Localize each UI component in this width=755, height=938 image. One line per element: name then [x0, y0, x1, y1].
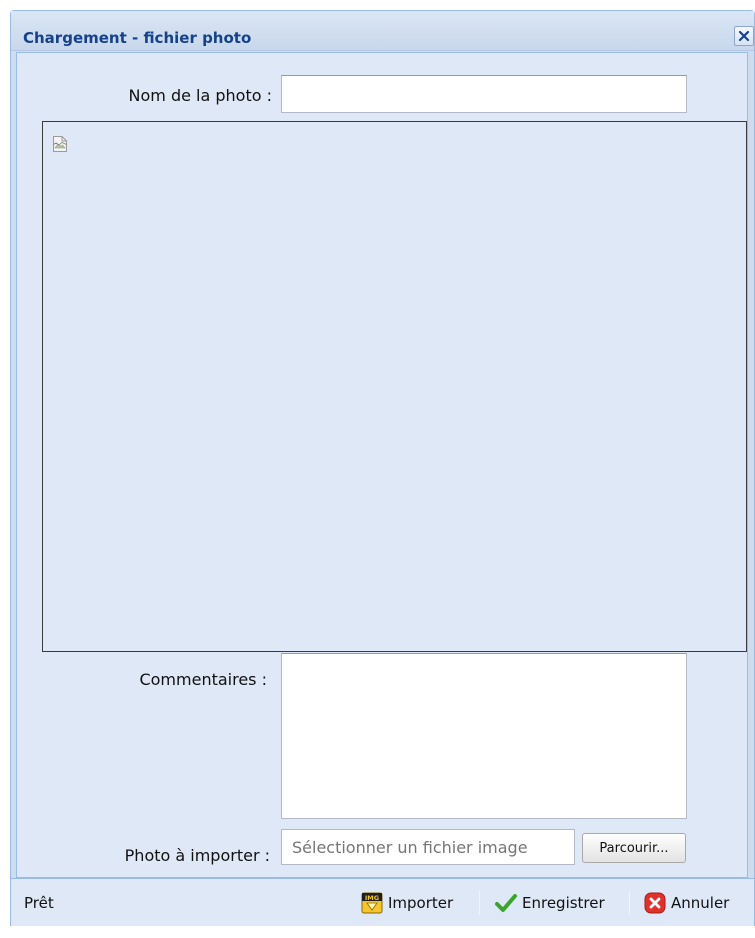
cancel-icon — [644, 892, 666, 914]
cancel-label: Annuler — [671, 894, 730, 912]
status-bar: Prêt IMG Importer Enregistrer Annuler — [11, 878, 754, 926]
checkmark-icon — [495, 894, 517, 912]
photo-preview — [42, 121, 747, 652]
img-import-icon: IMG — [361, 892, 383, 914]
save-label: Enregistrer — [522, 894, 605, 912]
file-path-input[interactable] — [281, 829, 575, 865]
comments-textarea[interactable] — [281, 653, 687, 819]
toolbar-separator — [479, 891, 480, 915]
photo-name-input[interactable] — [281, 75, 687, 113]
close-button[interactable] — [734, 26, 754, 46]
svg-text:IMG: IMG — [365, 894, 379, 902]
dialog-titlebar[interactable]: Chargement - fichier photo — [11, 11, 754, 51]
toolbar-separator — [629, 891, 630, 915]
import-button[interactable]: IMG Importer — [361, 888, 453, 918]
import-label: Importer — [388, 894, 454, 912]
close-icon — [738, 30, 750, 42]
dialog-body: Nom de la photo : Commentaires : Photo à… — [16, 52, 748, 878]
dialog-title: Chargement - fichier photo — [23, 29, 252, 47]
broken-image-icon — [53, 136, 67, 152]
save-button[interactable]: Enregistrer — [495, 888, 605, 918]
file-label: Photo à importer : — [124, 846, 270, 865]
browse-button[interactable]: Parcourir... — [582, 833, 686, 863]
status-text: Prêt — [24, 894, 54, 912]
photo-name-label: Nom de la photo : — [128, 86, 272, 105]
cancel-button[interactable]: Annuler — [644, 888, 729, 918]
comments-label: Commentaires : — [139, 670, 267, 689]
photo-upload-dialog: Chargement - fichier photo Nom de la pho… — [10, 10, 755, 926]
